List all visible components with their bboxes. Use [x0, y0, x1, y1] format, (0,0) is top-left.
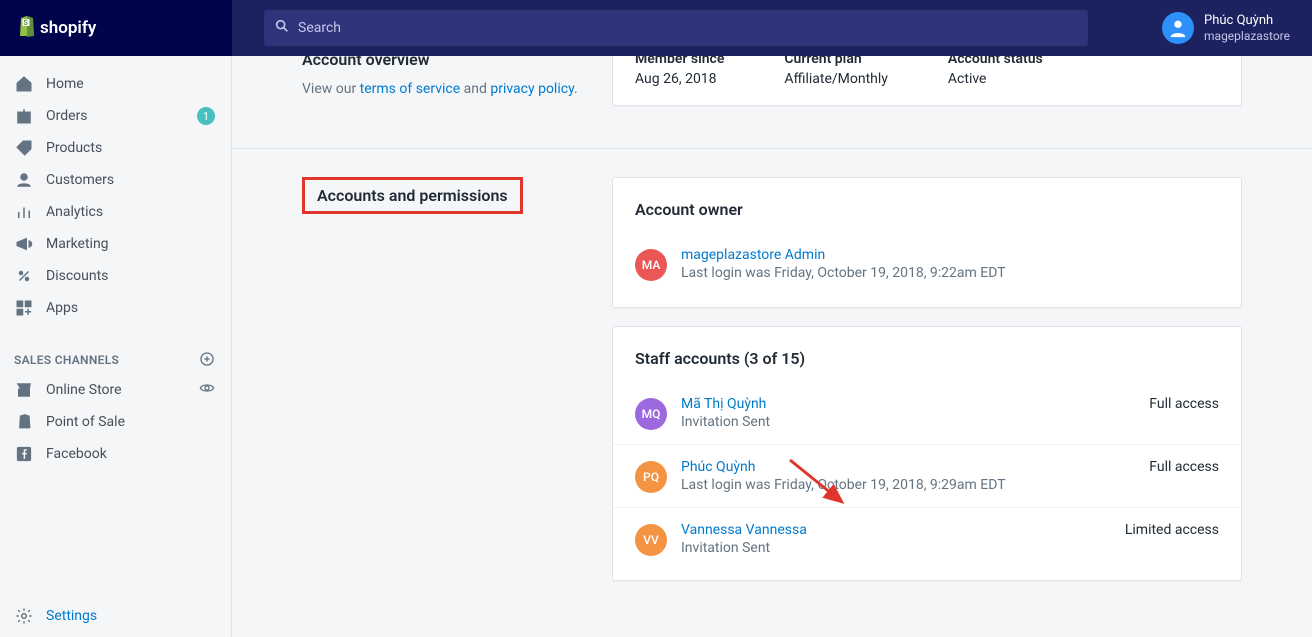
- owner-avatar: MA: [635, 249, 667, 281]
- nav-item-discounts[interactable]: Discounts: [0, 260, 231, 292]
- svg-text:S: S: [24, 19, 29, 27]
- nav-item-orders[interactable]: Orders1: [0, 100, 231, 132]
- discounts-icon: [14, 266, 34, 286]
- search-input[interactable]: [264, 10, 1088, 46]
- avatar: [1162, 12, 1194, 44]
- logo[interactable]: S shopify: [0, 0, 232, 56]
- channel-label: Point of Sale: [46, 414, 215, 430]
- user-menu[interactable]: Phúc Quỳnh mageplazastore: [1162, 12, 1312, 44]
- channel-point-of-sale[interactable]: Point of Sale: [0, 406, 231, 438]
- owner-card: Account owner MA mageplazastore Admin La…: [612, 177, 1242, 308]
- orders-icon: [14, 106, 34, 126]
- nav-label: Apps: [46, 300, 215, 316]
- staff-subtext: Invitation Sent: [681, 414, 770, 430]
- sidebar: Home Orders1 Products Customers Analytics Mar…: [0, 56, 232, 637]
- staff-card: Staff accounts (3 of 15) MQ Mã Thị Quỳnh I…: [612, 326, 1242, 581]
- settings-link[interactable]: Settings: [0, 595, 231, 637]
- owner-title: Account owner: [635, 200, 1219, 219]
- top-bar: S shopify Phúc Quỳnh mageplazastore: [0, 0, 1312, 56]
- nav-label: Analytics: [46, 204, 215, 220]
- user-store: mageplazastore: [1204, 29, 1290, 43]
- channel-label: Facebook: [46, 446, 215, 462]
- search-icon: [274, 18, 290, 38]
- current-plan-label: Current plan: [784, 56, 888, 67]
- marketing-icon: [14, 234, 34, 254]
- nav-item-marketing[interactable]: Marketing: [0, 228, 231, 260]
- add-channel-button[interactable]: [199, 351, 215, 370]
- store-icon: [14, 380, 34, 400]
- analytics-icon: [14, 202, 34, 222]
- nav-label: Marketing: [46, 236, 215, 252]
- nav-item-customers[interactable]: Customers: [0, 164, 231, 196]
- member-since-value: Aug 26, 2018: [635, 71, 724, 87]
- channel-online-store[interactable]: Online Store: [0, 374, 231, 406]
- current-plan-value: Affiliate/Monthly: [784, 71, 888, 87]
- apps-icon: [14, 298, 34, 318]
- user-name: Phúc Quỳnh: [1204, 13, 1290, 29]
- overview-card: Member since Aug 26, 2018 Current plan A…: [612, 56, 1242, 106]
- nav-item-products[interactable]: Products: [0, 132, 231, 164]
- staff-access: Full access: [1149, 396, 1219, 412]
- products-icon: [14, 138, 34, 158]
- staff-row[interactable]: VV Vannessa Vannessa Invitation Sent Limite…: [613, 507, 1241, 570]
- staff-access: Full access: [1149, 459, 1219, 475]
- nav-label: Customers: [46, 172, 215, 188]
- nav-label: Home: [46, 76, 215, 92]
- sales-channels-title: SALES CHANNELS: [14, 353, 199, 367]
- customers-icon: [14, 170, 34, 190]
- overview-title: Account overview: [302, 56, 582, 69]
- nav-item-apps[interactable]: Apps: [0, 292, 231, 324]
- channel-label: Online Store: [46, 382, 199, 398]
- accounts-section-title: Accounts and permissions: [302, 177, 523, 214]
- owner-link[interactable]: mageplazastore Admin: [681, 247, 1006, 263]
- staff-row[interactable]: PQPhúc QuỳnhLast login was Friday, Octob…: [613, 444, 1241, 507]
- staff-avatar: MQ: [635, 398, 667, 430]
- channel-facebook[interactable]: Facebook: [0, 438, 231, 470]
- settings-label: Settings: [46, 608, 97, 624]
- view-store-button[interactable]: [199, 380, 215, 400]
- pos-icon: [14, 412, 34, 432]
- nav-label: Products: [46, 140, 215, 156]
- svg-text:shopify: shopify: [40, 18, 97, 38]
- staff-title: Staff accounts (3 of 15): [613, 349, 1241, 368]
- account-status-label: Account status: [948, 56, 1043, 67]
- gear-icon: [14, 606, 34, 626]
- main-content: Account overview View our terms of servi…: [232, 56, 1312, 637]
- facebook-icon: [14, 444, 34, 464]
- privacy-link[interactable]: privacy policy: [490, 81, 574, 97]
- staff-avatar: PQ: [635, 461, 667, 493]
- owner-last-login: Last login was Friday, October 19, 2018,…: [681, 265, 1006, 281]
- annotation-arrow: [786, 456, 856, 510]
- home-icon: [14, 74, 34, 94]
- member-since-label: Member since: [635, 56, 724, 67]
- staff-name-link[interactable]: Mã Thị Quỳnh: [681, 396, 770, 412]
- tos-link[interactable]: terms of service: [360, 81, 461, 97]
- nav-badge: 1: [197, 107, 215, 125]
- staff-name-link[interactable]: Vannessa Vannessa: [681, 522, 807, 538]
- nav-item-home[interactable]: Home: [0, 68, 231, 100]
- account-status-value: Active: [948, 71, 1043, 87]
- nav-label: Discounts: [46, 268, 215, 284]
- overview-subtext: View our terms of service and privacy po…: [302, 81, 582, 97]
- nav-item-analytics[interactable]: Analytics: [0, 196, 231, 228]
- staff-row[interactable]: MQ Mã Thị Quỳnh Invitation Sent Full access: [613, 382, 1241, 444]
- staff-avatar: VV: [635, 524, 667, 556]
- nav-label: Orders: [46, 108, 197, 124]
- staff-access: Limited access: [1125, 522, 1219, 538]
- staff-subtext: Invitation Sent: [681, 540, 807, 556]
